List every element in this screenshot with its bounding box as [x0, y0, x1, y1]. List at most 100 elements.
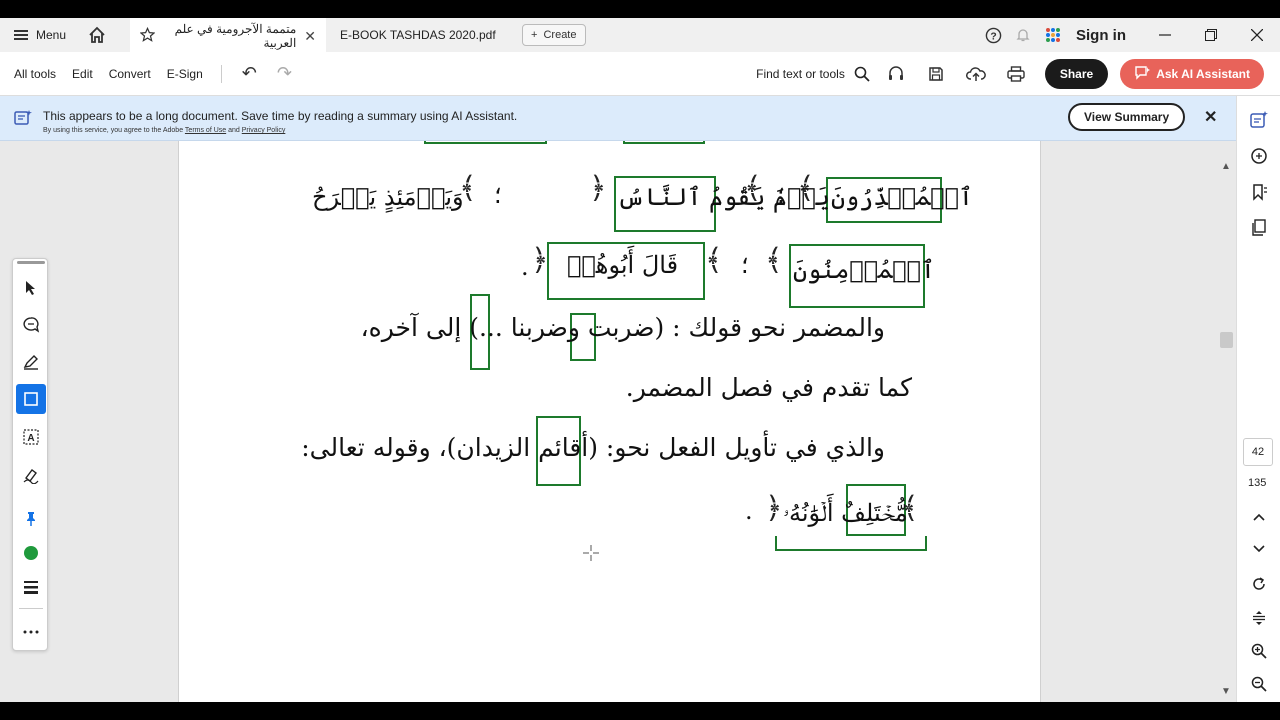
text-line: والمضمر نحو قولك : (ضربت وضربنا ...) إلى…: [360, 313, 885, 342]
previous-page-icon[interactable]: [1244, 503, 1274, 531]
scroll-mode-icon[interactable]: [1244, 604, 1274, 632]
more-options-icon[interactable]: [16, 617, 46, 647]
hamburger-icon: [14, 30, 28, 40]
scrollbar-thumb[interactable]: [1220, 332, 1233, 348]
view-summary-button[interactable]: View Summary: [1068, 103, 1186, 131]
draw-icon[interactable]: [16, 460, 46, 490]
svg-text:?: ?: [990, 31, 996, 42]
comment-icon[interactable]: [16, 310, 46, 340]
search-icon[interactable]: [851, 57, 873, 91]
text-box-icon[interactable]: A: [16, 422, 46, 452]
close-banner-icon[interactable]: ✕: [1204, 107, 1217, 127]
ai-assistant-icon: [1134, 65, 1151, 83]
close-tab-icon[interactable]: ✕: [304, 28, 316, 45]
restore-icon[interactable]: [1188, 18, 1234, 52]
comma-text: ؛: [494, 181, 502, 209]
share-button[interactable]: Share: [1044, 59, 1109, 89]
quran-phrase: وَيَوۡمَئِذٍ يَفۡرَحُ: [312, 183, 464, 211]
ai-summary-icon: [14, 110, 32, 131]
help-icon[interactable]: ?: [978, 18, 1008, 52]
star-icon[interactable]: [139, 26, 156, 45]
main-toolbar: All tools Edit Convert E-Sign ↶ ↷ Find t…: [0, 52, 1280, 96]
zoom-in-icon[interactable]: [1244, 637, 1274, 665]
quran-bracket-icon: ﴿: [589, 171, 607, 206]
edit-menu[interactable]: Edit: [64, 67, 101, 81]
plus-icon: +: [531, 29, 538, 41]
tools-divider: [19, 608, 43, 609]
line-weight-icon[interactable]: [16, 572, 46, 602]
privacy-policy-link[interactable]: Privacy Policy: [242, 127, 286, 134]
ask-ai-assistant-button[interactable]: Ask AI Assistant: [1120, 59, 1264, 89]
acrobat-window: Menu متممة الآجرومية في علم العربية ✕ E-…: [0, 18, 1280, 702]
quran-phrase: يَوۡمَ يَقُومُ ٱلنَّاسُ: [617, 183, 830, 211]
legal-prefix: By using this service, you agree to the …: [43, 127, 184, 134]
highlight-pen-icon[interactable]: [16, 347, 46, 377]
ai-summary-banner: This appears to be a long document. Save…: [0, 96, 1236, 141]
print-icon[interactable]: [999, 57, 1033, 91]
total-pages: 135: [1248, 477, 1267, 489]
banner-legal-text: By using this service, you agree to the …: [43, 127, 285, 134]
svg-text:A: A: [27, 433, 34, 444]
find-text-label[interactable]: Find text or tools: [756, 67, 845, 81]
tab-title: E-BOOK TASHDAS 2020.pdf: [340, 28, 496, 42]
scroll-down-arrow-icon[interactable]: ▼: [1221, 686, 1231, 697]
scroll-up-arrow-icon[interactable]: ▲: [1221, 161, 1231, 172]
quran-bracket-icon: ﴾: [765, 243, 783, 278]
crosshair-cursor-icon: [583, 545, 599, 566]
tab-document-inactive[interactable]: E-BOOK TASHDAS 2020.pdf: [326, 18, 522, 52]
rotate-icon[interactable]: [1244, 570, 1274, 598]
create-button[interactable]: + Create: [522, 24, 586, 46]
current-page-input[interactable]: 42: [1243, 438, 1273, 466]
convert-menu[interactable]: Convert: [101, 67, 159, 81]
annotation-box[interactable]: [623, 141, 705, 144]
undo-icon[interactable]: ↶: [232, 63, 267, 84]
close-window-icon[interactable]: [1234, 18, 1280, 52]
tab-document-active[interactable]: متممة الآجرومية في علم العربية ✕: [130, 18, 327, 52]
quick-tools-panel: A: [12, 258, 48, 651]
quran-bracket-icon: ﴿: [531, 243, 549, 278]
period-text: .: [521, 253, 529, 281]
comments-panel-icon[interactable]: [1237, 138, 1280, 174]
terms-of-use-link[interactable]: Terms of Use: [185, 127, 226, 134]
toolbar-divider: [220, 64, 222, 83]
quran-word: ٱلۡمُؤۡمِنُونَ: [793, 256, 935, 284]
title-bar: Menu متممة الآجرومية في علم العربية ✕ E-…: [0, 18, 1280, 52]
bell-icon[interactable]: [1008, 18, 1038, 52]
redo-icon[interactable]: ↷: [267, 63, 302, 84]
text-line: والذي في تأويل الفعل نحو: (أقائم الزيدان…: [301, 433, 885, 462]
color-picker-icon[interactable]: [16, 538, 46, 568]
next-page-icon[interactable]: [1244, 535, 1274, 563]
zoom-out-icon[interactable]: [1244, 670, 1274, 698]
esign-menu[interactable]: E-Sign: [159, 67, 211, 81]
rectangle-tool-icon[interactable]: [16, 384, 46, 414]
toolbar-right: Find text or tools Share Ask AI Assistan…: [756, 52, 1264, 96]
page-thumbnails-icon[interactable]: [1237, 210, 1280, 246]
legal-and: and: [228, 127, 240, 134]
select-cursor-icon[interactable]: [16, 273, 46, 303]
menu-button[interactable]: Menu: [0, 18, 80, 52]
quran-bracket-icon: ﴾: [705, 243, 723, 278]
text-line: كما تقدم في فصل المضمر.: [625, 373, 912, 402]
home-icon[interactable]: [80, 18, 114, 52]
sign-in-link[interactable]: Sign in: [1068, 27, 1142, 44]
quran-phrase: قَالَ أَبُوهُمۡ: [567, 251, 679, 279]
minimize-icon[interactable]: [1142, 18, 1188, 52]
document-viewport[interactable]: ﴾ ٱلۡمُعۡذِّرُونَ ؛ ﴾ يَوۡمَ يَقُومُ ٱلن…: [0, 141, 1236, 702]
upload-cloud-icon[interactable]: [959, 57, 993, 91]
comma-text: ؛: [741, 251, 749, 279]
bookmarks-icon[interactable]: [1237, 174, 1280, 210]
banner-message: This appears to be a long document. Save…: [43, 109, 518, 123]
quran-word: ٱلۡمُعۡذِّرُونَ: [831, 183, 973, 211]
period-text: .: [745, 497, 753, 525]
quran-bracket-icon: ﴿: [765, 491, 783, 526]
apps-grid-icon[interactable]: [1038, 18, 1068, 52]
ai-assistant-label: Ask AI Assistant: [1156, 67, 1250, 81]
annotation-box[interactable]: [424, 141, 547, 144]
pin-icon[interactable]: [16, 504, 46, 534]
read-aloud-icon[interactable]: [879, 57, 913, 91]
ai-assistant-panel-icon[interactable]: [1237, 102, 1280, 138]
drag-handle[interactable]: [17, 261, 45, 264]
annotation-box[interactable]: [775, 536, 927, 551]
save-icon[interactable]: [919, 57, 953, 91]
all-tools-menu[interactable]: All tools: [0, 67, 64, 81]
